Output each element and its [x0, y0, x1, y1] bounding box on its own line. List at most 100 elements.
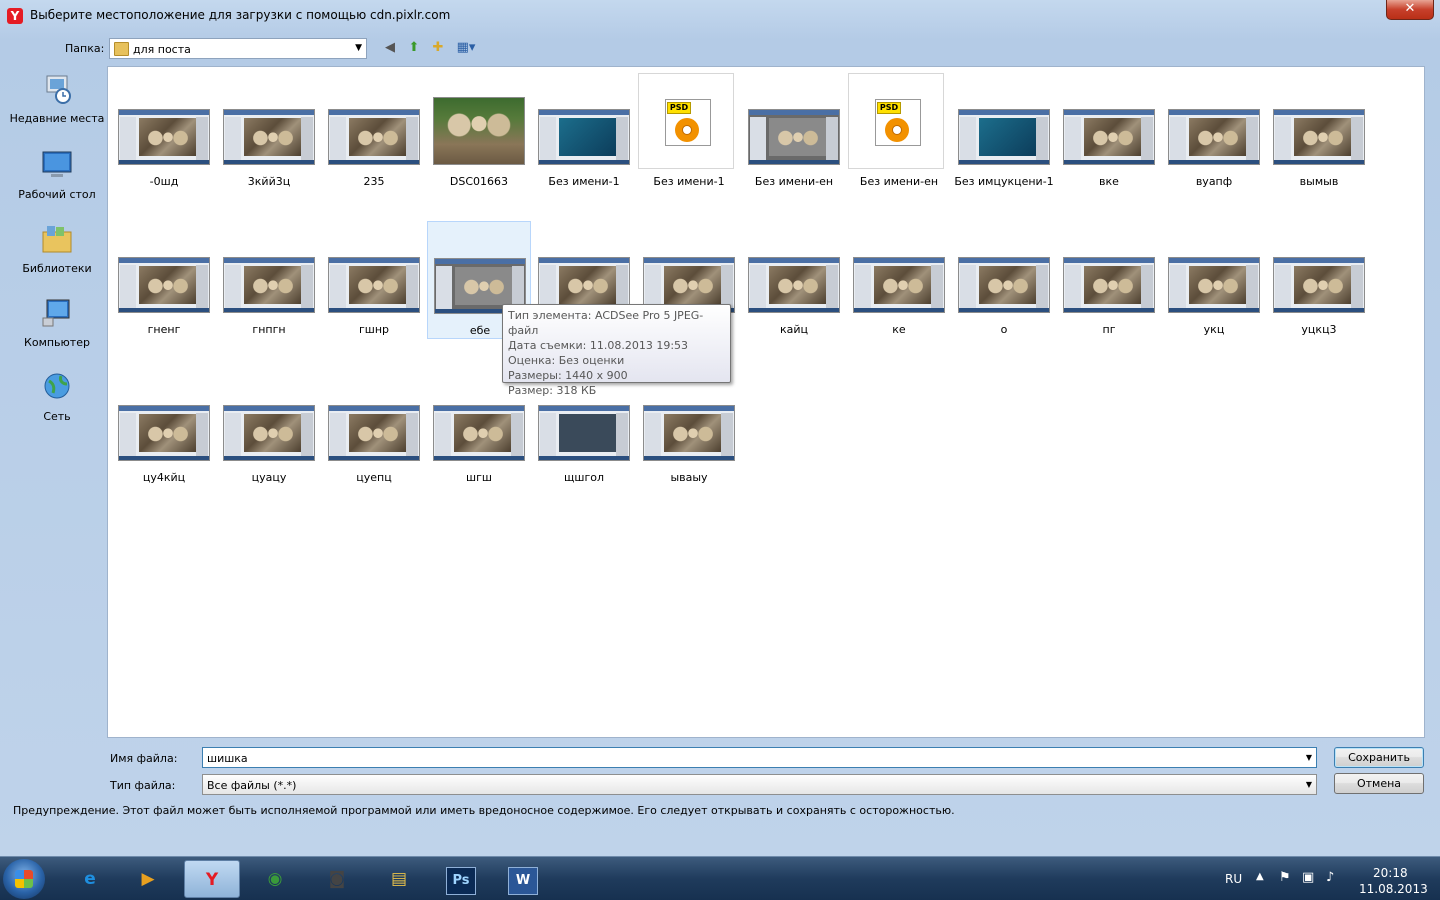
place-libraries[interactable]: Библиотеки	[8, 224, 106, 276]
tooltip-size: Размер: 318 КБ	[508, 384, 597, 397]
file-name: DSC01663	[449, 175, 509, 188]
file-item[interactable]: ке	[847, 221, 951, 339]
file-item[interactable]: кайц	[742, 221, 846, 339]
file-thumbnail	[1273, 109, 1365, 165]
file-name: Без имени-1	[653, 175, 725, 188]
file-name: вке	[1099, 175, 1119, 188]
internet-explorer-taskbar-button[interactable]: e	[62, 860, 118, 898]
save-dialog-window: Y Выберите местоположение для загрузки с…	[0, 0, 1440, 856]
chevron-down-icon[interactable]: ▼	[355, 43, 362, 53]
file-thumbnail	[958, 257, 1050, 313]
place-recent[interactable]: Недавние места	[8, 74, 106, 126]
place-network[interactable]: Сеть	[8, 372, 106, 424]
file-item[interactable]: Без имени-ен	[742, 73, 846, 191]
file-thumbnail	[433, 97, 525, 165]
network-status-icon[interactable]: ▣	[1302, 870, 1314, 900]
file-item[interactable]: DSC01663	[427, 73, 531, 191]
close-button[interactable]: ✕	[1386, 0, 1434, 20]
file-name: Без имени-1	[548, 175, 620, 188]
media-player-taskbar-button[interactable]: ▶	[120, 860, 176, 898]
file-item[interactable]: 235	[322, 73, 426, 191]
chrome-taskbar-button[interactable]: ◉	[247, 860, 303, 898]
file-item[interactable]: цу4кйц	[112, 369, 216, 487]
place-label: Библиотеки	[22, 262, 92, 275]
tooltip-date: Дата съемки: 11.08.2013 19:53	[508, 339, 689, 352]
action-center-icon[interactable]: ⚑	[1279, 870, 1291, 900]
file-item[interactable]: укц	[1162, 221, 1266, 339]
chevron-down-icon[interactable]: ▼	[1306, 780, 1312, 789]
view-menu-icon[interactable]: ▦▾	[453, 40, 479, 56]
file-thumbnail	[853, 257, 945, 313]
language-indicator[interactable]: RU	[1225, 872, 1242, 900]
file-item[interactable]: о	[952, 221, 1056, 339]
cancel-button[interactable]: Отмена	[1334, 773, 1424, 794]
warning-text: Предупреждение. Этот файл может быть исп…	[13, 804, 955, 817]
file-thumbnail	[223, 405, 315, 461]
filename-input[interactable]: шишка ▼	[202, 747, 1317, 768]
new-folder-icon[interactable]: ✚	[430, 40, 446, 56]
file-name: 3кйй3ц	[247, 175, 291, 188]
filename-label: Имя файла:	[110, 752, 178, 765]
file-item[interactable]: цуацу	[217, 369, 321, 487]
file-item[interactable]: PSD Без имени-ен	[847, 73, 951, 191]
tray-expand-icon[interactable]: ▲	[1256, 871, 1264, 900]
place-desktop[interactable]: Рабочий стол	[8, 150, 106, 202]
save-button[interactable]: Сохранить	[1334, 747, 1424, 768]
file-explorer-icon: ▤	[390, 869, 408, 889]
volume-icon[interactable]: ♪	[1326, 870, 1334, 900]
file-item[interactable]: вке	[1057, 73, 1161, 191]
file-item[interactable]: вымыв	[1267, 73, 1371, 191]
tooltip-type: Тип элемента: ACDSee Pro 5 JPEG-файл	[508, 309, 704, 337]
file-thumbnail	[118, 109, 210, 165]
file-item[interactable]: гнпгн	[217, 221, 321, 339]
file-item[interactable]: уцкц3	[1267, 221, 1371, 339]
title-bar[interactable]: Y Выберите местоположение для загрузки с…	[0, 0, 1440, 30]
media-player-icon: ▶	[141, 869, 155, 889]
file-item[interactable]: гшнр	[322, 221, 426, 339]
file-item[interactable]: Без имцукцени-1	[952, 73, 1056, 191]
file-thumbnail	[1063, 257, 1155, 313]
back-icon[interactable]: ◀	[382, 40, 398, 56]
file-item[interactable]: PSD Без имени-1	[637, 73, 741, 191]
word-icon: W	[508, 867, 538, 895]
yandex-browser-taskbar-button[interactable]: Y	[184, 860, 240, 898]
place-label: Рабочий стол	[18, 188, 96, 201]
file-name: цуепц	[356, 471, 392, 484]
folder-label: Папка:	[65, 42, 105, 55]
file-thumbnail	[538, 109, 630, 165]
up-folder-icon[interactable]: ⬆	[406, 40, 422, 56]
file-list-view[interactable]: -0шд 3кйй3ц 235 DSC01663 Без имени-1 PSD Без и…	[107, 66, 1425, 738]
clock-date[interactable]: 11.08.2013	[1359, 882, 1428, 900]
file-explorer-taskbar-button[interactable]: ▤	[371, 860, 427, 898]
chevron-down-icon[interactable]: ▼	[1306, 753, 1312, 762]
file-item[interactable]: Без имени-1	[532, 73, 636, 191]
file-thumbnail	[1273, 257, 1365, 313]
photoshop-taskbar-button[interactable]: Ps	[433, 860, 489, 898]
file-name: Без имени-ен	[754, 175, 834, 188]
file-item[interactable]: гненг	[112, 221, 216, 339]
file-item[interactable]: 3кйй3ц	[217, 73, 321, 191]
word-taskbar-button[interactable]: W	[495, 860, 551, 898]
place-label: Сеть	[43, 410, 71, 423]
camera-app-taskbar-button[interactable]: ◙	[309, 860, 365, 898]
file-item[interactable]: -0шд	[112, 73, 216, 191]
file-name: ке	[892, 323, 906, 336]
place-computer[interactable]: Компьютер	[8, 298, 106, 350]
start-button[interactable]	[3, 859, 45, 899]
libraries-icon	[42, 226, 72, 253]
file-item[interactable]: пг	[1057, 221, 1161, 339]
file-thumbnail	[328, 257, 420, 313]
file-item[interactable]: вуапф	[1162, 73, 1266, 191]
file-thumbnail	[328, 109, 420, 165]
psd-file-icon: PSD	[848, 73, 944, 169]
file-thumbnail	[223, 257, 315, 313]
file-thumbnail	[538, 405, 630, 461]
folder-select[interactable]: для поста ▼	[109, 38, 367, 59]
filetype-select[interactable]: Все файлы (*.*) ▼	[202, 774, 1317, 795]
file-name: кайц	[779, 323, 809, 336]
file-name: 235	[363, 175, 385, 188]
file-thumbnail	[1168, 257, 1260, 313]
folder-value: для поста	[133, 43, 191, 56]
file-item[interactable]: цуепц	[322, 369, 426, 487]
internet-explorer-icon: e	[84, 869, 96, 889]
